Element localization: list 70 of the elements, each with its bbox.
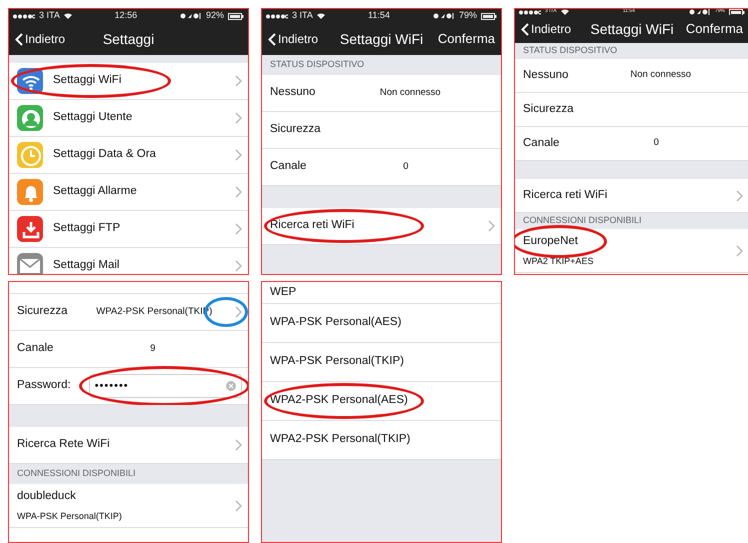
menu-label: Settaggi Data & Ora (53, 147, 156, 162)
network-security: WPA-PSK Personal(TKIP) (17, 510, 122, 523)
option-label: WPA-PSK Personal(TKIP) (270, 354, 404, 370)
battery-percent: 79% (458, 9, 477, 22)
status-icons-drawing (180, 13, 202, 19)
menu-row[interactable]: Settaggi WiFi (9, 63, 248, 100)
option-row[interactable]: WPA2-PSK Personal(AES) (262, 382, 501, 421)
section-header: STATUS DISPOSITIVO (262, 55, 501, 75)
row-label: Sicurezza (523, 102, 574, 117)
status-icons-drawing (432, 13, 455, 19)
row-value: 0 (402, 160, 408, 174)
menu-label: Settaggi FTP (53, 221, 120, 236)
signal-icon (519, 10, 541, 14)
confirm-button[interactable]: Conferma (438, 29, 495, 49)
confirm-button[interactable]: Conferma (686, 19, 743, 39)
option-label: WPA-PSK Personal(AES) (270, 315, 402, 330)
network-name: doubleduck (17, 488, 77, 504)
carrier-name: 3 ITA (292, 9, 313, 22)
back-button[interactable]: Indietro (268, 30, 318, 48)
row-label: Canale (523, 136, 560, 151)
option-label: WPA2-PSK Personal(AES) (270, 393, 408, 408)
section-header: STATUS DISPOSITIVO (515, 43, 748, 59)
battery-icon (481, 12, 497, 20)
row-label: Ricerca Rete WiFi (17, 437, 110, 452)
row-label: Nessuno (523, 68, 568, 83)
network-security: WPA2 TKIP+AES (523, 254, 594, 268)
nav-title: Settaggi (102, 30, 154, 46)
clock-time: 12:56 (114, 9, 138, 22)
row-label: Canale (270, 159, 306, 174)
nav-title: Settaggi WiFi (590, 20, 674, 36)
password-field[interactable]: ••••••• (88, 374, 242, 398)
row-label: Ricerca reti WiFi (270, 218, 354, 234)
wifi-icon (316, 13, 325, 19)
clear-icon (226, 381, 236, 391)
row-value: Non connesso (378, 86, 441, 100)
battery-icon (729, 9, 745, 15)
battery-icon (228, 12, 244, 20)
section-header: CONNESSIONI DISPONIBILI (515, 213, 748, 229)
option-label: WEP (270, 284, 296, 300)
row-label: Nessuno (270, 85, 316, 100)
menu-label: Settaggi WiFi (53, 73, 122, 88)
nav-title: Settaggi WiFi (340, 30, 424, 46)
row-value: Non connesso (629, 68, 692, 82)
menu-label: Settaggi Utente (53, 110, 132, 126)
row-label: Sicurezza (17, 304, 68, 320)
signal-icon (266, 14, 288, 18)
row-label: Ricerca reti WiFi (523, 188, 608, 203)
wifi-icon (560, 9, 569, 15)
section-header: CONNESSIONI DISPONIBILI (9, 464, 248, 484)
battery-percent: 92% (206, 9, 224, 22)
option-label: WPA2-PSK Personal(TKIP) (270, 432, 410, 448)
back-chevron-icon (268, 32, 276, 46)
menu-label: Settaggi Allarme (53, 184, 137, 200)
row-value: 9 (149, 342, 156, 356)
row-label: Canale (17, 341, 54, 356)
clock-time: 11:54 (368, 9, 390, 22)
status-icons-drawing (688, 9, 711, 15)
row-value: 0 (652, 136, 659, 150)
wifi-icon (64, 13, 72, 19)
row-label: Password: (17, 378, 71, 394)
network-name: EuropeNet (523, 234, 579, 249)
back-button[interactable]: Indietro (15, 30, 66, 48)
back-chevron-icon (15, 32, 23, 46)
row-label: Sicurezza (270, 122, 320, 138)
signal-icon (13, 14, 35, 18)
menu-label: Settaggi Mail (53, 258, 120, 274)
link-row[interactable]: Ricerca reti WiFi (262, 208, 501, 245)
back-chevron-icon (521, 22, 529, 36)
carrier-name: 3 ITA (39, 9, 60, 22)
back-button[interactable]: Indietro (521, 20, 572, 38)
